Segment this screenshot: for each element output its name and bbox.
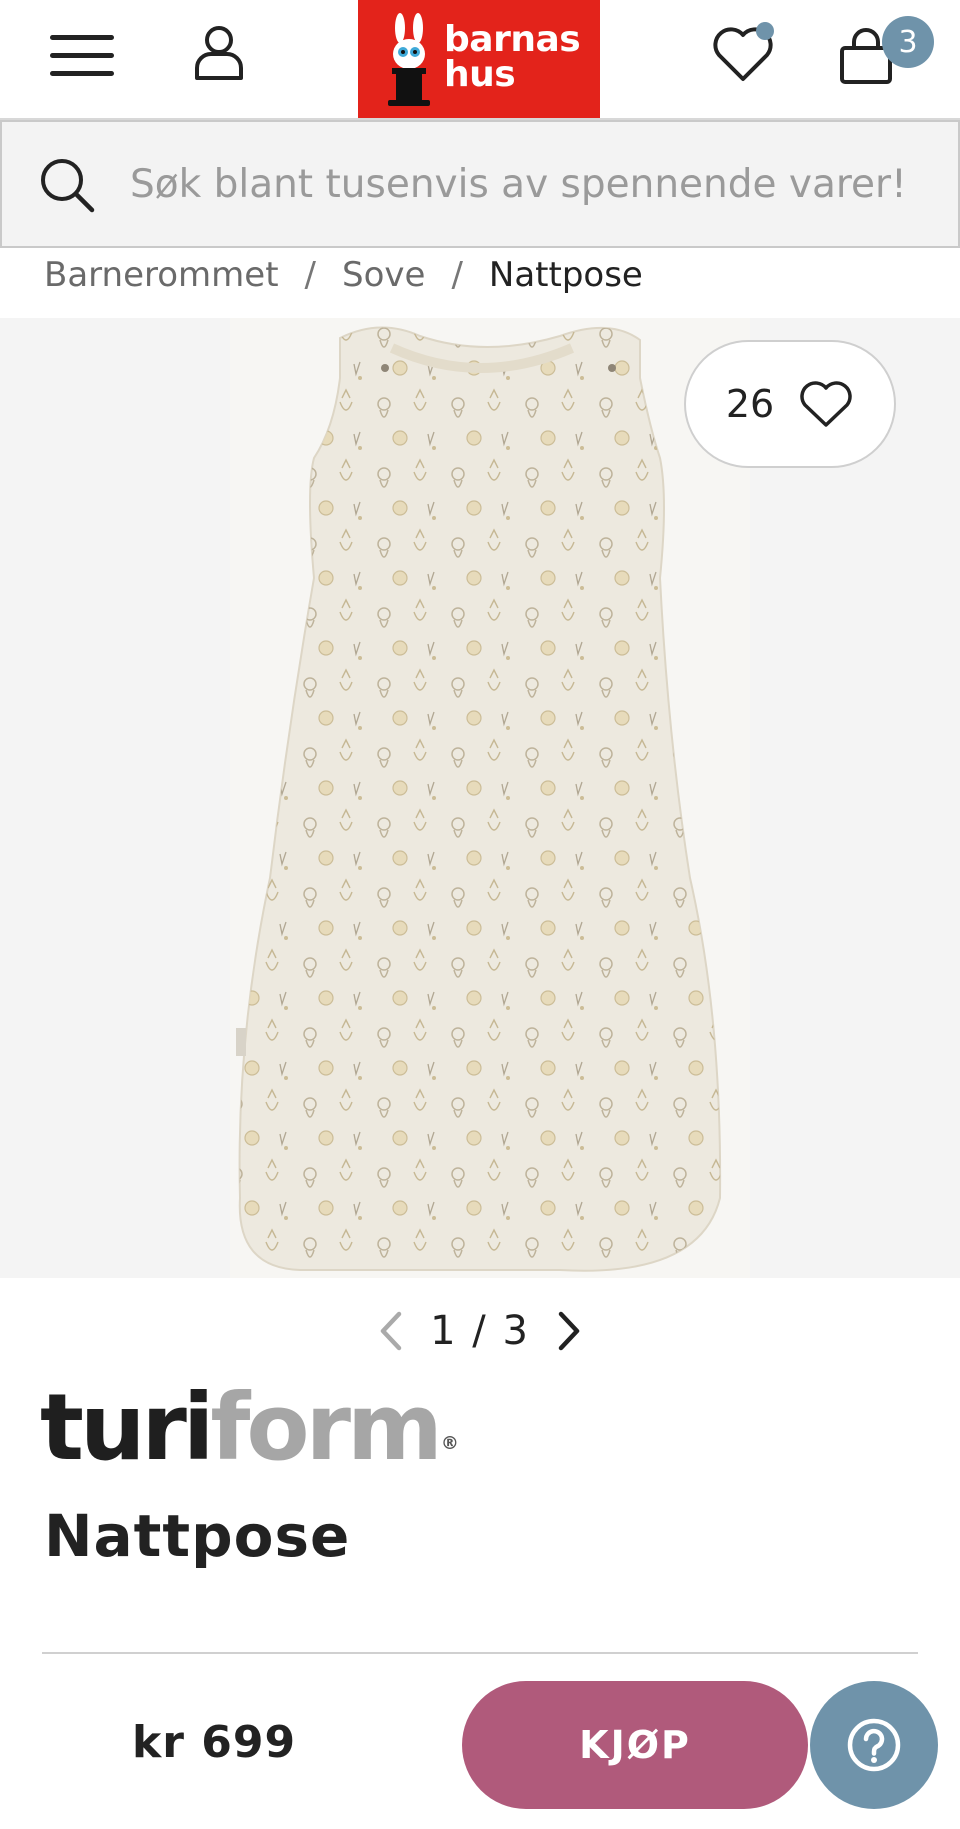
chevron-left-icon [380, 1311, 402, 1351]
divider [42, 1652, 918, 1654]
registered-mark: ® [440, 1433, 459, 1454]
favorite-button[interactable]: 26 [684, 340, 896, 468]
wishlist-button[interactable] [704, 18, 782, 90]
chevron-right-icon [558, 1311, 580, 1351]
next-image-button[interactable] [550, 1301, 590, 1361]
rabbit-hat-logo-icon [388, 13, 430, 106]
site-logo[interactable]: barnas hus [358, 0, 600, 118]
breadcrumb-item-sove[interactable]: Sove [342, 255, 425, 295]
search-icon [41, 159, 95, 213]
breadcrumb-separator: / [451, 255, 463, 295]
breadcrumb-item-current: Nattpose [488, 255, 643, 295]
menu-button[interactable] [42, 26, 122, 86]
previous-image-button[interactable] [370, 1301, 410, 1361]
heart-icon [800, 381, 852, 427]
buy-button[interactable]: KJØP [462, 1681, 808, 1809]
brand-logo[interactable]: turiform ® [40, 1380, 459, 1476]
cart-button[interactable]: 3 [836, 16, 934, 90]
cart-count-badge: 3 [882, 16, 934, 68]
breadcrumb: Barnerommet / Sove / Nattpose [44, 250, 643, 300]
brand-name-part2: form [210, 1374, 442, 1481]
breadcrumb-item-barnerommet[interactable]: Barnerommet [44, 255, 279, 295]
account-button[interactable] [186, 18, 252, 88]
purchase-bar: kr 699 KJØP [0, 1655, 960, 1829]
search-input[interactable] [130, 154, 930, 214]
favorite-count: 26 [725, 382, 775, 426]
product-image-gallery[interactable]: 26 [0, 318, 960, 1278]
logo-line-2: hus [444, 54, 516, 95]
site-header: barnas hus 3 [0, 0, 960, 120]
user-icon [195, 26, 243, 80]
gallery-pager: 1 / 3 [370, 1300, 590, 1362]
brand-name-part1: turi [40, 1374, 214, 1481]
question-icon [847, 1718, 901, 1772]
help-button[interactable] [810, 1681, 938, 1809]
logo-line-1: barnas [444, 19, 581, 60]
wishlist-indicator-dot [756, 22, 774, 40]
product-title: Nattpose [44, 1502, 351, 1570]
breadcrumb-separator: / [304, 255, 316, 295]
hamburger-icon [50, 35, 114, 76]
product-price: kr 699 [132, 1717, 297, 1768]
page-indicator: 1 / 3 [430, 1308, 530, 1354]
search-bar[interactable] [0, 120, 960, 248]
